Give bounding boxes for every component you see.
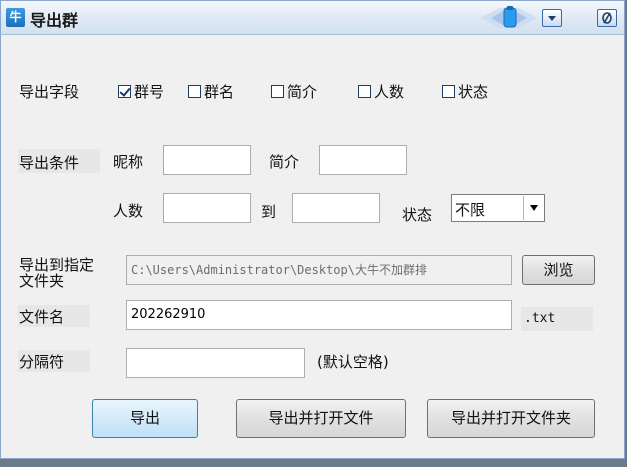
- filename-extension: .txt: [521, 307, 593, 331]
- checkbox-label: 群名: [204, 83, 235, 101]
- separator-hint: (默认空格): [317, 353, 389, 371]
- field-checkbox-intro[interactable]: 简介: [271, 81, 317, 102]
- field-checkbox-group-id[interactable]: 群号: [118, 81, 164, 102]
- checkbox-label: 群号: [134, 83, 165, 101]
- export-path-input[interactable]: C:\Users\Administrator\Desktop\大牛不加群排: [126, 255, 512, 285]
- export-path-label-line2: 文件夹: [19, 272, 65, 290]
- status-select-value: 不限: [455, 201, 486, 219]
- intro-input[interactable]: [319, 145, 407, 175]
- separator-label: 分隔符: [19, 353, 65, 371]
- checkbox-icon: [358, 85, 371, 98]
- conditions-label: 导出条件: [19, 154, 80, 172]
- intro-label: 简介: [269, 153, 300, 171]
- checkbox-icon: [271, 85, 284, 98]
- checkbox-label: 人数: [374, 83, 405, 101]
- checkbox-icon: [188, 85, 201, 98]
- field-checkbox-group-name[interactable]: 群名: [188, 81, 234, 102]
- count-label: 人数: [113, 202, 144, 220]
- filename-input[interactable]: 202262910: [126, 300, 512, 330]
- close-icon: [602, 12, 612, 24]
- checkbox-label: 状态: [458, 83, 489, 101]
- fields-label: 导出字段: [19, 83, 80, 101]
- export-group-dialog: 牛 导出群 导出字段 群号 群名 简介 人数 状态 导出条件 昵称 简介 人数 …: [0, 0, 625, 459]
- nickname-input[interactable]: [163, 145, 251, 175]
- export-open-file-button[interactable]: 导出并打开文件: [236, 399, 406, 438]
- export-path-label: 导出到指定 文件夹: [19, 257, 94, 289]
- minimize-button[interactable]: [542, 9, 562, 27]
- separator-input[interactable]: [126, 348, 305, 378]
- browse-button[interactable]: 浏览: [522, 255, 595, 285]
- title-decoration-icon: [481, 6, 537, 28]
- count-from-input[interactable]: [163, 193, 251, 223]
- status-label: 状态: [402, 206, 433, 224]
- app-icon: 牛: [6, 8, 25, 27]
- checkbox-label: 简介: [287, 83, 318, 101]
- field-checkbox-status[interactable]: 状态: [442, 81, 488, 102]
- chevron-down-icon[interactable]: [523, 196, 543, 220]
- export-button[interactable]: 导出: [92, 399, 198, 438]
- field-checkbox-member-count[interactable]: 人数: [358, 81, 404, 102]
- export-open-folder-button[interactable]: 导出并打开文件夹: [427, 399, 595, 438]
- dialog-title: 导出群: [30, 11, 79, 30]
- checkbox-icon: [442, 85, 455, 98]
- title-bar[interactable]: 牛 导出群: [1, 1, 624, 35]
- count-to-input[interactable]: [292, 193, 380, 223]
- close-button[interactable]: [597, 9, 617, 27]
- filename-label: 文件名: [19, 308, 65, 326]
- minimize-icon: [548, 16, 556, 21]
- nickname-label: 昵称: [113, 153, 144, 171]
- export-path-label-line1: 导出到指定: [19, 256, 95, 274]
- to-label: 到: [261, 203, 277, 221]
- checkbox-checked-icon: [118, 85, 131, 98]
- status-select[interactable]: 不限: [451, 194, 545, 222]
